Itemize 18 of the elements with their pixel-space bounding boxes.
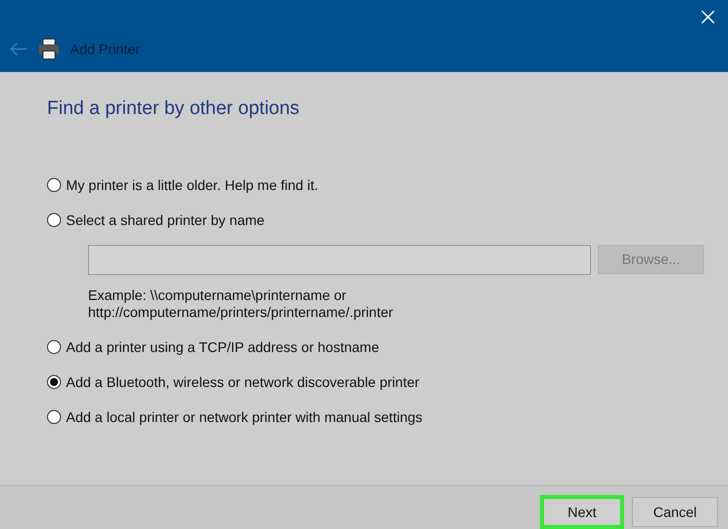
close-icon bbox=[700, 8, 716, 25]
window-title: Add Printer bbox=[70, 40, 140, 58]
cancel-button[interactable]: Cancel bbox=[632, 497, 718, 527]
example-text: Example: \\computername\printername or http://computername/printers/printername/.printer bbox=[88, 286, 394, 321]
printer-icon bbox=[38, 38, 60, 60]
printer-name-field[interactable] bbox=[88, 244, 591, 275]
option-label[interactable]: Add a Bluetooth, wireless or network discoverable printer bbox=[66, 372, 420, 393]
radio-button[interactable] bbox=[47, 340, 61, 354]
option-label[interactable]: Add a local printer or network printer with manual settings bbox=[66, 406, 422, 428]
next-button[interactable]: Next bbox=[540, 495, 624, 529]
radio-button[interactable] bbox=[47, 375, 61, 390]
page-heading: Find a printer by other options bbox=[47, 98, 300, 121]
radio-button[interactable] bbox=[47, 213, 61, 228]
option-label[interactable]: My printer is a little older. Help me find it. bbox=[66, 174, 318, 196]
option-label[interactable]: Add a printer using a TCP/IP address or hostname bbox=[66, 336, 380, 358]
option-label[interactable]: Select a shared printer by name bbox=[66, 210, 264, 231]
radio-button[interactable] bbox=[47, 178, 61, 192]
radio-button[interactable] bbox=[47, 410, 61, 424]
